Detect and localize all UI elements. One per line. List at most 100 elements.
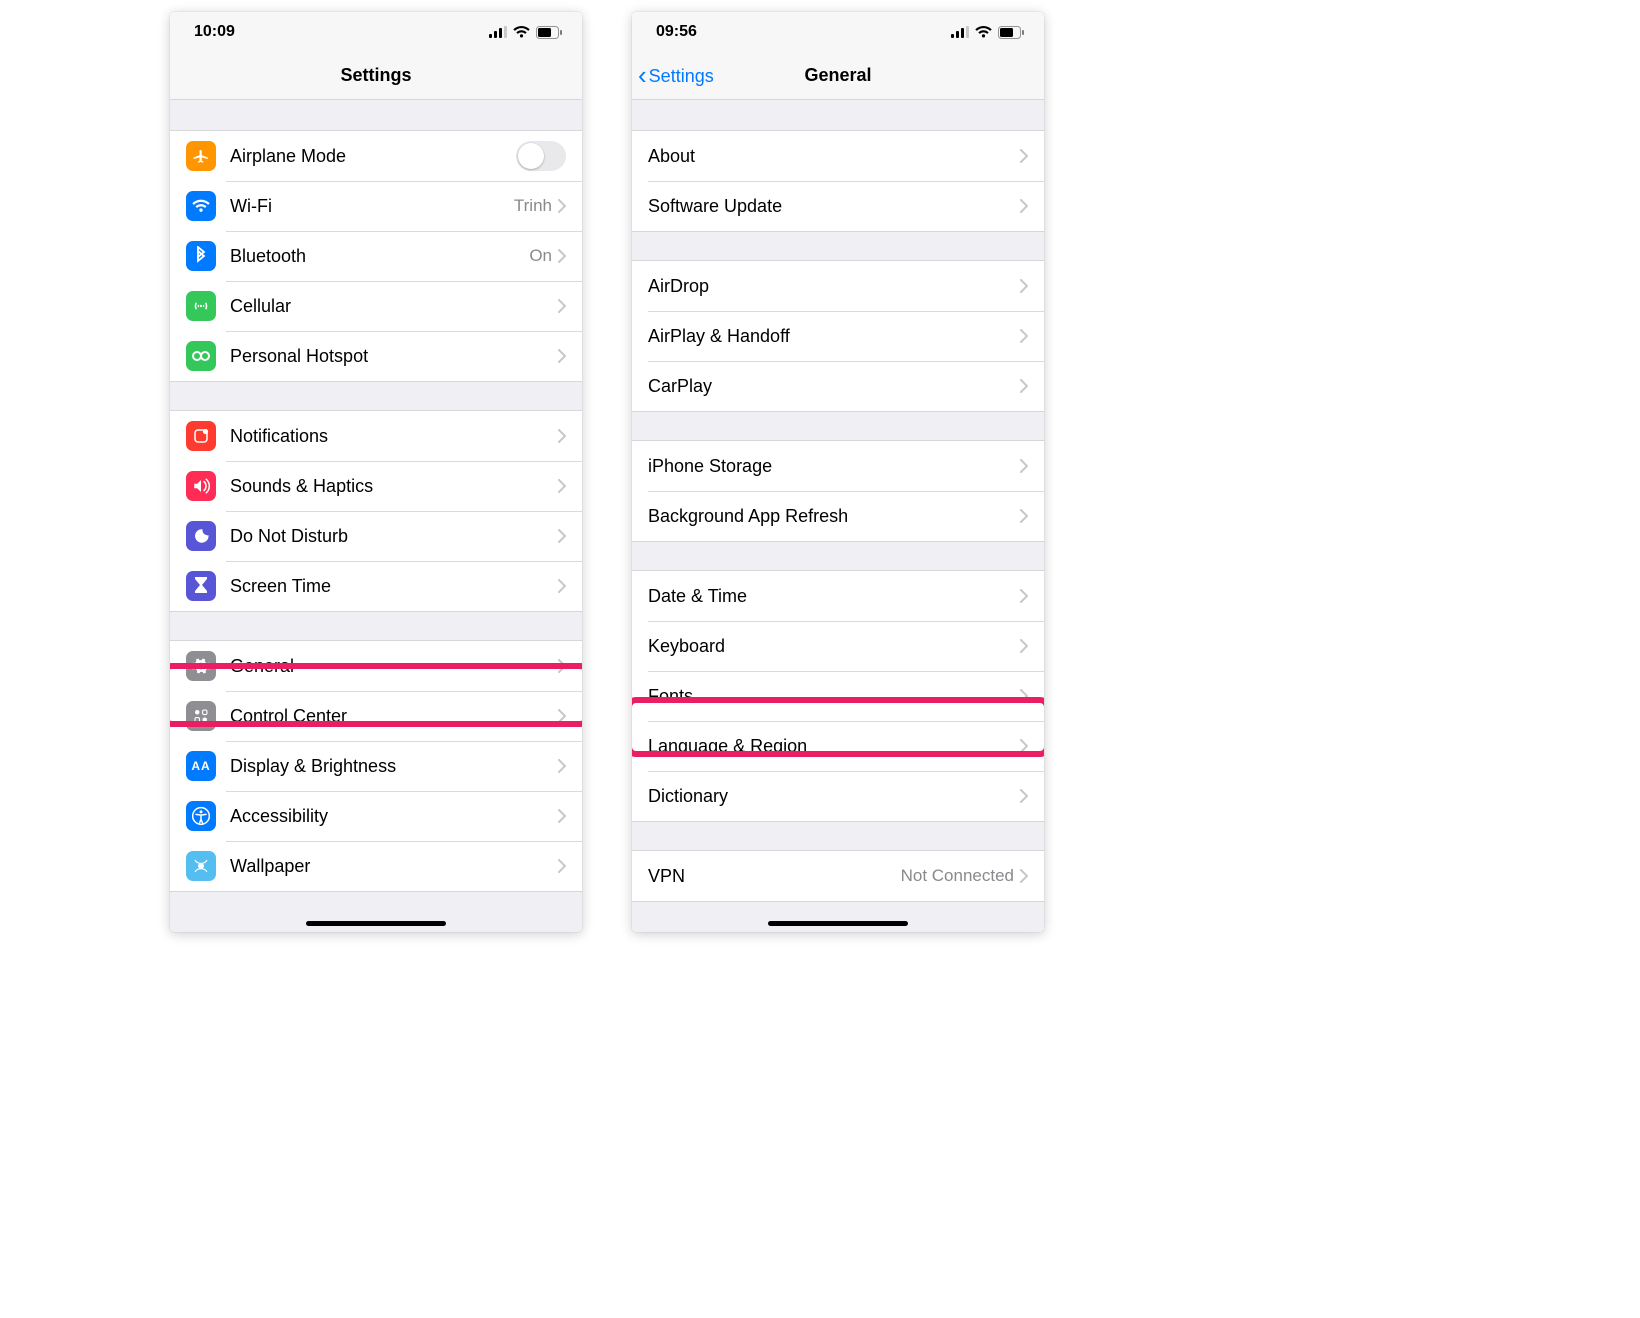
row-label: General bbox=[230, 656, 558, 677]
row-label: Date & Time bbox=[648, 586, 1020, 607]
row-label: Display & Brightness bbox=[230, 756, 558, 777]
row-label: Dictionary bbox=[648, 786, 1020, 807]
chevron-right-icon bbox=[1020, 739, 1028, 753]
page-title: Settings bbox=[340, 65, 411, 86]
row-label: Sounds & Haptics bbox=[230, 476, 558, 497]
row-language-region[interactable]: Language & Region bbox=[632, 721, 1044, 771]
status-bar: 09:56 bbox=[632, 12, 1044, 52]
screentime-icon bbox=[186, 571, 216, 601]
row-value: On bbox=[529, 246, 552, 266]
row-label: CarPlay bbox=[648, 376, 1020, 397]
chevron-right-icon bbox=[558, 659, 566, 673]
row-general[interactable]: General bbox=[170, 641, 582, 691]
chevron-right-icon bbox=[558, 479, 566, 493]
wifi-icon bbox=[513, 26, 530, 38]
row-date-time[interactable]: Date & Time bbox=[632, 571, 1044, 621]
back-label: Settings bbox=[649, 66, 714, 87]
row-label: iPhone Storage bbox=[648, 456, 1020, 477]
row-label: Wi-Fi bbox=[230, 196, 514, 217]
chevron-right-icon bbox=[1020, 589, 1028, 603]
wifi-row-icon bbox=[186, 191, 216, 221]
row-label: About bbox=[648, 146, 1020, 167]
chevron-right-icon bbox=[558, 249, 566, 263]
row-label: Screen Time bbox=[230, 576, 558, 597]
row-fonts[interactable]: Fonts bbox=[632, 671, 1044, 721]
row-do-not-disturb[interactable]: Do Not Disturb bbox=[170, 511, 582, 561]
row-label: AirPlay & Handoff bbox=[648, 326, 1020, 347]
row-carplay[interactable]: CarPlay bbox=[632, 361, 1044, 411]
hotspot-icon bbox=[186, 341, 216, 371]
cellular-icon bbox=[186, 291, 216, 321]
row-label: Wallpaper bbox=[230, 856, 558, 877]
row-label: Software Update bbox=[648, 196, 1020, 217]
chevron-right-icon bbox=[1020, 379, 1028, 393]
row-bluetooth[interactable]: Bluetooth On bbox=[170, 231, 582, 281]
chevron-left-icon: ‹ bbox=[638, 62, 647, 88]
row-label: Do Not Disturb bbox=[230, 526, 558, 547]
row-dictionary[interactable]: Dictionary bbox=[632, 771, 1044, 821]
chevron-right-icon bbox=[558, 759, 566, 773]
chevron-right-icon bbox=[558, 529, 566, 543]
row-accessibility[interactable]: Accessibility bbox=[170, 791, 582, 841]
gear-icon bbox=[186, 651, 216, 681]
chevron-right-icon bbox=[1020, 459, 1028, 473]
row-vpn[interactable]: VPN Not Connected bbox=[632, 851, 1044, 901]
chevron-right-icon bbox=[558, 709, 566, 723]
row-label: AirDrop bbox=[648, 276, 1020, 297]
nav-bar: Settings bbox=[170, 52, 582, 100]
chevron-right-icon bbox=[558, 349, 566, 363]
row-label: Control Center bbox=[230, 706, 558, 727]
battery-icon bbox=[536, 26, 562, 39]
chevron-right-icon bbox=[1020, 789, 1028, 803]
row-display-brightness[interactable]: AA Display & Brightness bbox=[170, 741, 582, 791]
chevron-right-icon bbox=[1020, 199, 1028, 213]
back-button[interactable]: ‹ Settings bbox=[638, 52, 714, 100]
row-keyboard[interactable]: Keyboard bbox=[632, 621, 1044, 671]
row-personal-hotspot[interactable]: Personal Hotspot bbox=[170, 331, 582, 381]
row-wallpaper[interactable]: Wallpaper bbox=[170, 841, 582, 891]
row-label: Keyboard bbox=[648, 636, 1020, 657]
chevron-right-icon bbox=[558, 199, 566, 213]
row-value: Not Connected bbox=[901, 866, 1014, 886]
row-background-app-refresh[interactable]: Background App Refresh bbox=[632, 491, 1044, 541]
chevron-right-icon bbox=[1020, 329, 1028, 343]
chevron-right-icon bbox=[1020, 509, 1028, 523]
row-label: Cellular bbox=[230, 296, 558, 317]
row-airdrop[interactable]: AirDrop bbox=[632, 261, 1044, 311]
row-software-update[interactable]: Software Update bbox=[632, 181, 1044, 231]
chevron-right-icon bbox=[1020, 639, 1028, 653]
chevron-right-icon bbox=[558, 809, 566, 823]
row-control-center[interactable]: Control Center bbox=[170, 691, 582, 741]
row-label: Background App Refresh bbox=[648, 506, 1020, 527]
row-airplane-mode[interactable]: Airplane Mode bbox=[170, 131, 582, 181]
dnd-icon bbox=[186, 521, 216, 551]
row-notifications[interactable]: Notifications bbox=[170, 411, 582, 461]
row-label: Notifications bbox=[230, 426, 558, 447]
general-screen: 09:56 ‹ Settings General bbox=[632, 12, 1044, 932]
row-label: Bluetooth bbox=[230, 246, 529, 267]
general-list[interactable]: About Software Update AirDrop AirPlay & … bbox=[632, 100, 1044, 932]
settings-list[interactable]: Airplane Mode Wi-Fi Trinh Bluetooth bbox=[170, 100, 582, 932]
row-wifi[interactable]: Wi-Fi Trinh bbox=[170, 181, 582, 231]
display-icon: AA bbox=[186, 751, 216, 781]
signal-icon bbox=[951, 26, 969, 38]
row-label: Airplane Mode bbox=[230, 146, 516, 167]
row-cellular[interactable]: Cellular bbox=[170, 281, 582, 331]
row-label: Accessibility bbox=[230, 806, 558, 827]
notifications-icon bbox=[186, 421, 216, 451]
bluetooth-icon bbox=[186, 241, 216, 271]
row-about[interactable]: About bbox=[632, 131, 1044, 181]
wifi-icon bbox=[975, 26, 992, 38]
airplane-toggle[interactable] bbox=[516, 141, 566, 171]
row-sounds-haptics[interactable]: Sounds & Haptics bbox=[170, 461, 582, 511]
status-time: 10:09 bbox=[194, 23, 235, 41]
status-time: 09:56 bbox=[656, 23, 697, 41]
home-indicator bbox=[306, 921, 446, 926]
row-screen-time[interactable]: Screen Time bbox=[170, 561, 582, 611]
row-iphone-storage[interactable]: iPhone Storage bbox=[632, 441, 1044, 491]
sounds-icon bbox=[186, 471, 216, 501]
row-airplay-handoff[interactable]: AirPlay & Handoff bbox=[632, 311, 1044, 361]
chevron-right-icon bbox=[558, 429, 566, 443]
row-label: Fonts bbox=[648, 686, 1020, 707]
status-bar: 10:09 bbox=[170, 12, 582, 52]
